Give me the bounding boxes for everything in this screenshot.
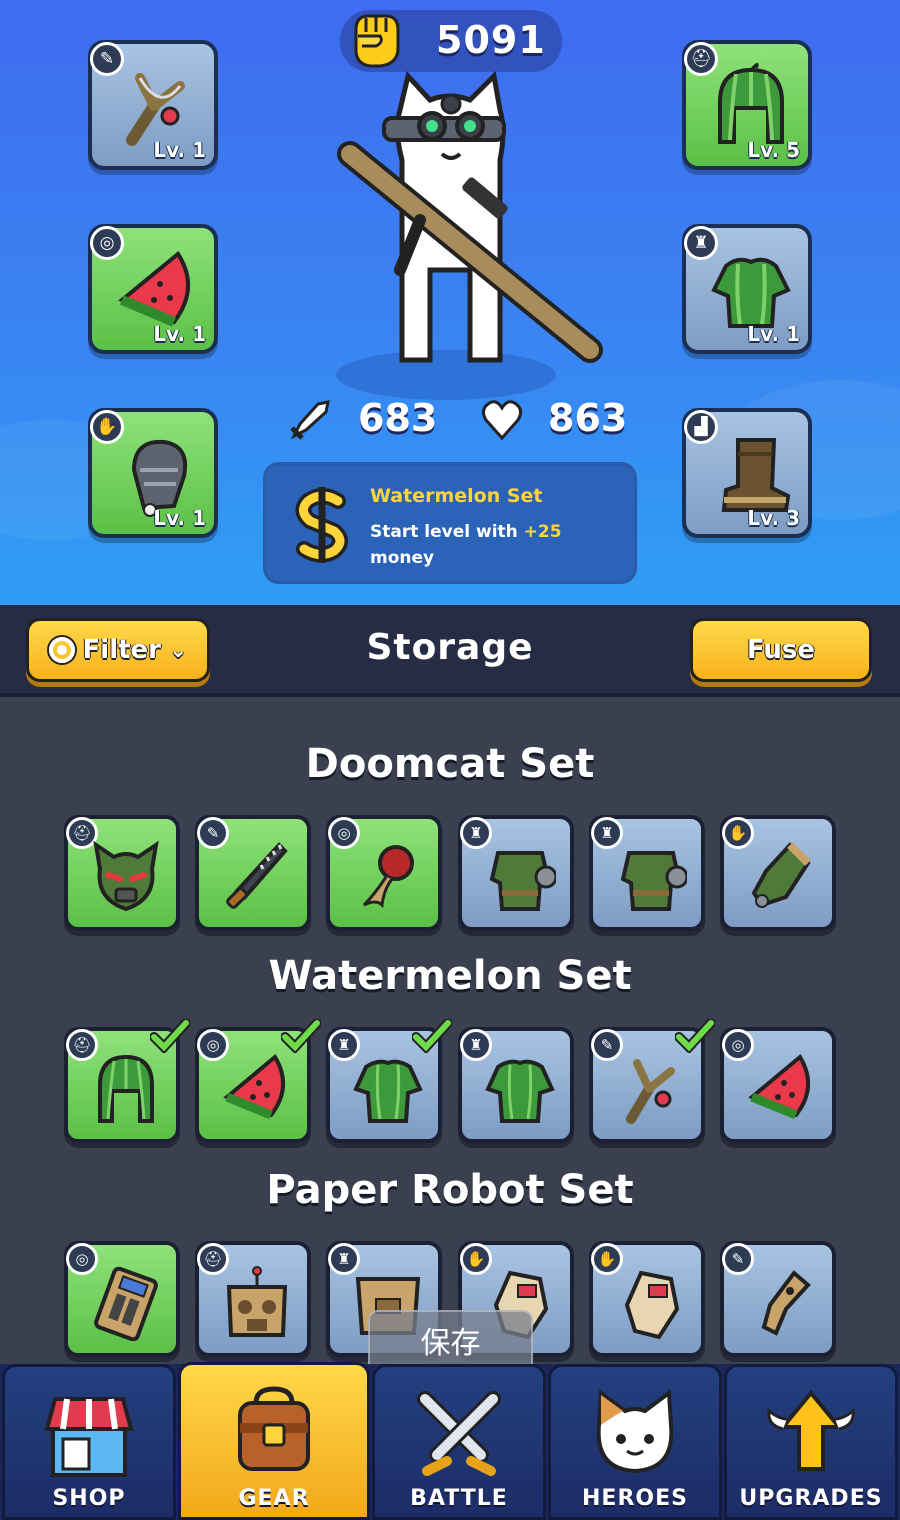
doom-helmet-icon — [93, 840, 159, 912]
nav-label: BATTLE — [410, 1486, 508, 1511]
item-card[interactable]: ◎ — [326, 815, 442, 931]
item-card[interactable]: ⛑ — [64, 815, 180, 931]
wax-seal-amulet-icon — [362, 845, 414, 909]
cardboard-gun-icon — [761, 1270, 811, 1336]
nav-label: SHOP — [52, 1486, 126, 1511]
slot-level: Lv. 1 — [153, 138, 206, 162]
cardboard-robot-head-icon — [226, 1266, 288, 1337]
storage-list[interactable]: Doomcat Set ⛑ ✎ ◎ ♜ ♜ ✋ Watermelon Set ⛑… — [0, 701, 900, 1366]
set-title-watermelon: Watermelon Set — [268, 953, 632, 999]
power-gauntlet-icon — [751, 842, 811, 908]
item-card[interactable]: ♜ — [326, 1019, 452, 1143]
watermelon-slice-icon — [748, 1053, 811, 1120]
item-card[interactable]: ⛑ — [195, 1241, 311, 1357]
equipped-check-icon — [412, 1019, 452, 1053]
cat-face-icon — [596, 1389, 674, 1474]
slot-level: Lv. 1 — [747, 322, 800, 346]
slot-level: Lv. 1 — [153, 322, 206, 346]
set-title-paper-robot: Paper Robot Set — [266, 1167, 634, 1213]
nav-tab-heroes[interactable]: HEROES — [548, 1364, 722, 1520]
hero-cat-icon[interactable] — [330, 70, 610, 370]
power-indicator: 5091 — [340, 10, 562, 72]
power-armor-icon — [620, 851, 687, 911]
nav-tab-upgrades[interactable]: UPGRADES — [724, 1364, 898, 1520]
slot-level: Lv. 1 — [153, 506, 206, 530]
nav-label: UPGRADES — [739, 1486, 883, 1511]
slot-level: Lv. 3 — [747, 506, 800, 530]
set-bonus-text-end: money — [370, 548, 435, 568]
watermelon-slice-icon — [223, 1053, 286, 1120]
equipped-weapon-slot[interactable]: ✎ Lv. 1 — [88, 40, 218, 170]
equipped-check-icon — [281, 1019, 321, 1053]
slot-level: Lv. 5 — [747, 138, 800, 162]
item-card[interactable]: ♜ — [458, 815, 574, 931]
attack-icon — [290, 400, 330, 440]
chainsaw-sword-icon — [226, 842, 288, 909]
watermelon-armor-icon — [485, 1059, 555, 1123]
item-card[interactable]: ◎ — [720, 1027, 836, 1143]
winged-arrow-icon — [767, 1389, 855, 1471]
equipped-check-icon — [675, 1019, 715, 1053]
paper-glove-icon — [624, 1270, 680, 1340]
set-bonus-card: Watermelon Set Start level with +25 mone… — [263, 462, 637, 584]
item-card[interactable]: ⛑ — [64, 1019, 190, 1143]
item-card[interactable]: ✎ — [195, 815, 311, 931]
item-card[interactable]: ♜ — [589, 815, 705, 931]
set-bonus-text: Start level with — [370, 522, 524, 542]
attack-value: 683 — [358, 396, 438, 440]
nav-label: HEROES — [582, 1486, 688, 1511]
item-card[interactable]: ◎ — [195, 1019, 321, 1143]
item-card[interactable]: ✋ — [589, 1241, 705, 1357]
heart-icon — [481, 400, 523, 441]
backpack-icon — [238, 1386, 310, 1471]
item-card[interactable]: ✎ — [589, 1019, 715, 1143]
set-bonus-title: Watermelon Set — [370, 485, 543, 507]
item-card[interactable]: ✋ — [720, 815, 836, 931]
fuse-button[interactable]: Fuse — [690, 618, 872, 682]
hero-area: 5091 ✎ Lv. 1 ◎ Lv. 1 ✋ Lv. 1 ⛑ Lv. 5 ♜ L… — [0, 0, 900, 605]
bottom-nav: SHOP GEAR BATTLE HEROES UPGRADES — [0, 1362, 900, 1520]
set-title-doomcat: Doomcat Set — [305, 741, 595, 787]
power-armor-icon — [489, 851, 556, 911]
item-card[interactable]: ♜ — [458, 1027, 574, 1143]
equipped-check-icon — [150, 1019, 190, 1053]
calculator-icon — [94, 1266, 158, 1341]
health-value: 863 — [548, 396, 628, 440]
slingshot-icon — [626, 1059, 675, 1124]
watermelon-helmet-icon — [98, 1054, 154, 1123]
set-bonus-description: Start level with +25 money — [370, 519, 620, 571]
shop-icon — [44, 1397, 134, 1477]
power-value: 5091 — [436, 18, 546, 62]
equipped-boots-slot[interactable]: ▟ Lv. 3 — [682, 408, 812, 538]
set-bonus-amount: +25 — [523, 522, 562, 542]
watermelon-armor-icon — [353, 1059, 423, 1123]
item-card[interactable]: ✎ — [720, 1241, 836, 1357]
nav-tab-battle[interactable]: BATTLE — [372, 1364, 546, 1520]
nav-tab-gear[interactable]: GEAR — [178, 1362, 370, 1520]
equipped-gloves-slot[interactable]: ✋ Lv. 1 — [88, 408, 218, 538]
money-icon — [295, 487, 348, 563]
item-card[interactable]: ◎ — [64, 1241, 180, 1357]
equipped-helmet-slot[interactable]: ⛑ Lv. 5 — [682, 40, 812, 170]
equipped-armor-slot[interactable]: ♜ Lv. 1 — [682, 224, 812, 354]
nav-label: GEAR — [238, 1486, 310, 1511]
crossed-swords-icon — [417, 1391, 501, 1476]
equipped-ring-slot[interactable]: ◎ Lv. 1 — [88, 224, 218, 354]
fist-icon — [354, 14, 400, 68]
storage-header: Filter ⌄ Storage Fuse — [0, 605, 900, 697]
nav-tab-shop[interactable]: SHOP — [2, 1364, 176, 1520]
